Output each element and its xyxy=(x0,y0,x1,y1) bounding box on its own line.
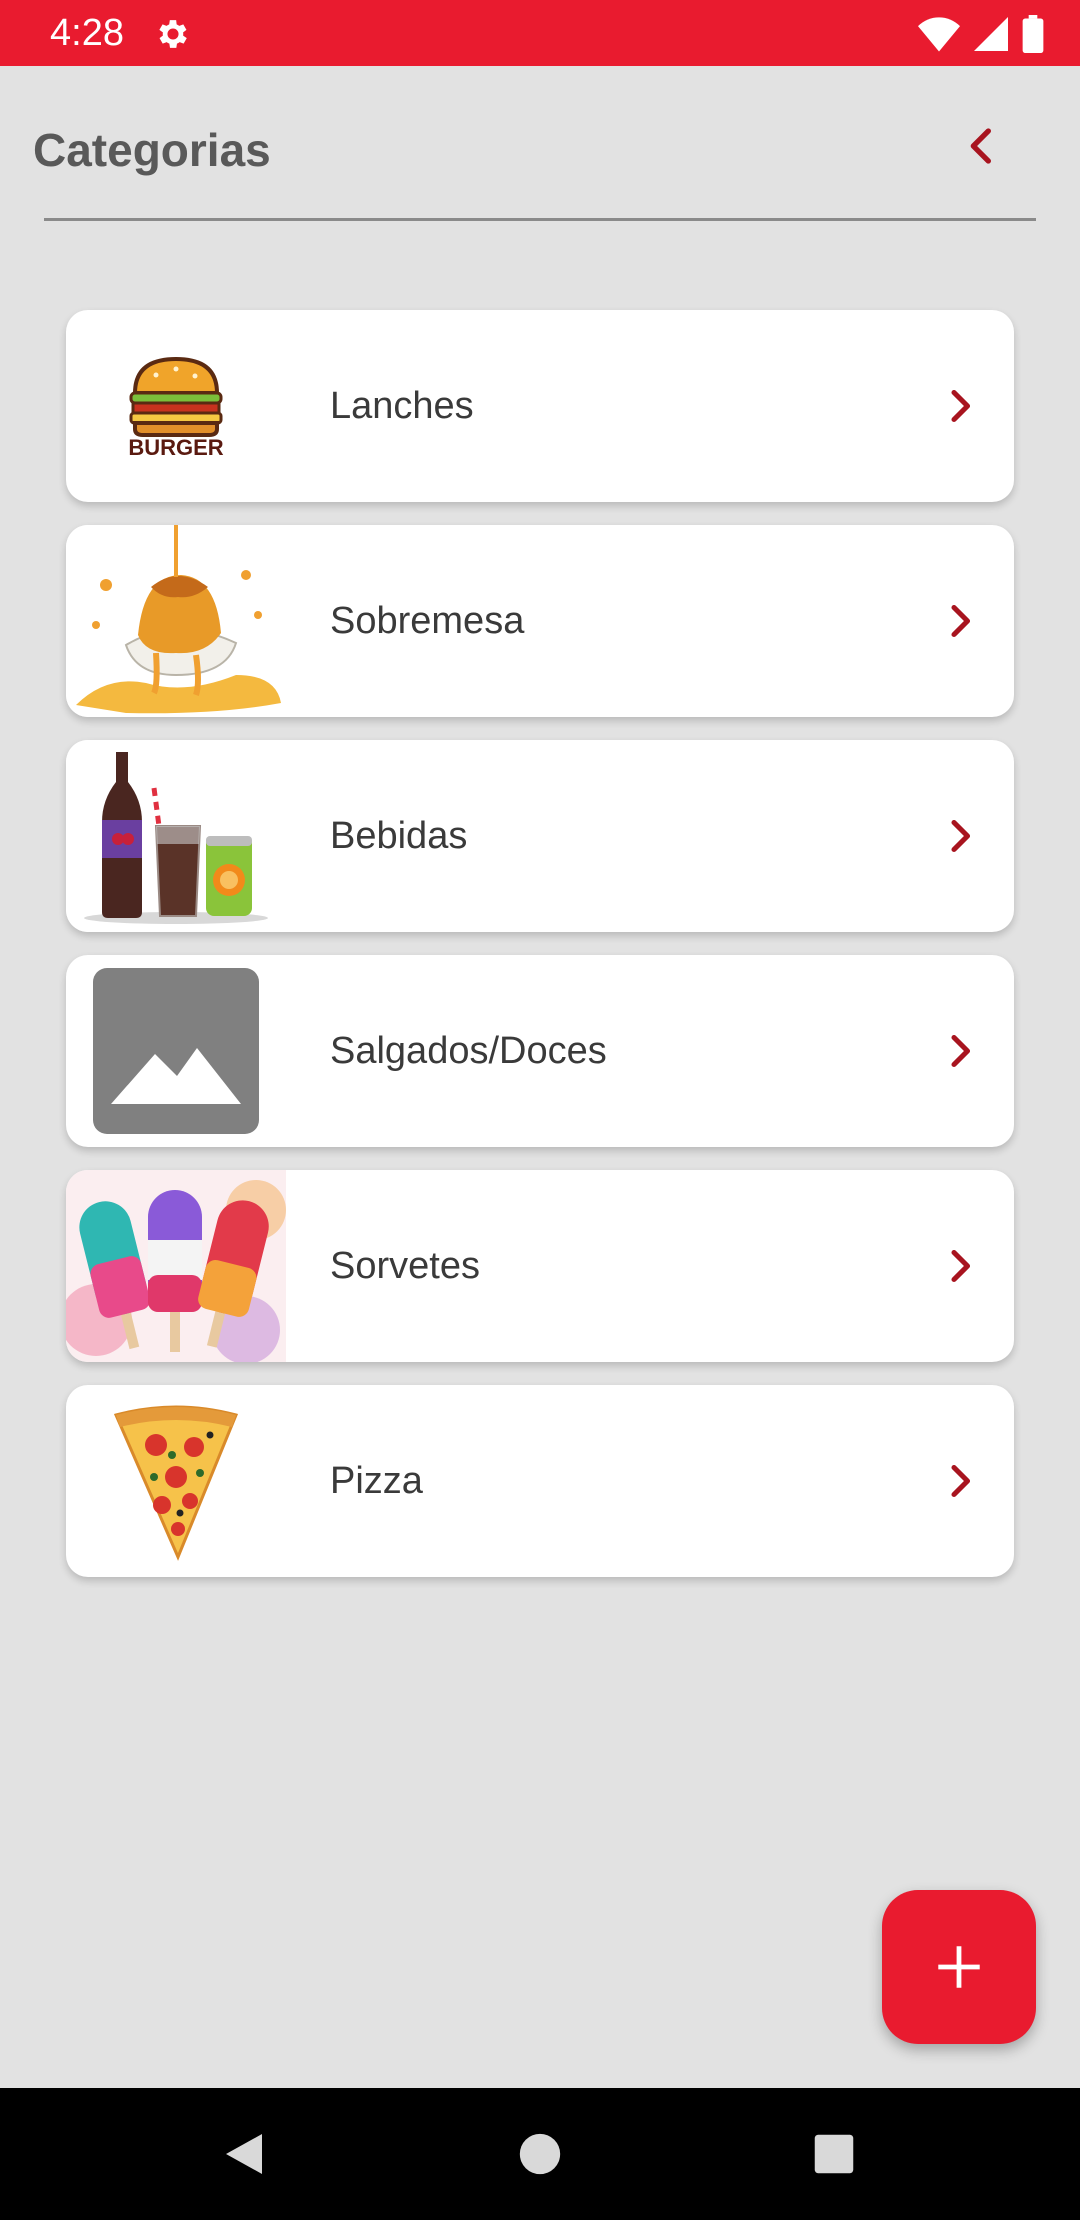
back-button[interactable] xyxy=(950,116,1010,176)
back-nav-icon xyxy=(226,2134,262,2174)
recents-nav-button[interactable] xyxy=(796,2116,872,2192)
popsicles-image xyxy=(66,1170,286,1362)
chevron-right-icon xyxy=(930,591,990,651)
category-label: Lanches xyxy=(330,385,474,427)
category-card-sorvetes[interactable]: Sorvetes xyxy=(66,1170,1014,1362)
navigation-bar xyxy=(0,2088,1080,2220)
category-thumbnail xyxy=(66,1170,286,1362)
category-card-lanches[interactable]: BURGER Lanches xyxy=(66,310,1014,502)
header: Categorias xyxy=(0,66,1080,226)
add-category-button[interactable] xyxy=(882,1890,1036,2044)
image-placeholder-icon xyxy=(93,968,259,1134)
category-label: Bebidas xyxy=(330,815,468,857)
battery-icon xyxy=(1022,15,1044,53)
category-card-salgados-doces[interactable]: Salgados/Doces xyxy=(66,955,1014,1147)
wifi-icon xyxy=(918,17,960,52)
category-thumbnail xyxy=(66,740,286,932)
category-card-bebidas[interactable]: Bebidas xyxy=(66,740,1014,932)
drinks-image xyxy=(66,740,286,932)
chevron-right-icon xyxy=(930,806,990,866)
category-card-sobremesa[interactable]: Sobremesa xyxy=(66,525,1014,717)
chevron-right-icon xyxy=(930,1021,990,1081)
home-nav-button[interactable] xyxy=(502,2116,578,2192)
category-thumbnail: BURGER xyxy=(66,310,286,502)
home-nav-icon xyxy=(519,2133,561,2175)
pizza-image xyxy=(113,1405,239,1561)
status-time: 4:28 xyxy=(50,12,124,54)
category-list: BURGER Lanches Sobremesa Bebidas Salgado… xyxy=(66,310,1014,1600)
chevron-left-icon xyxy=(970,128,991,164)
category-card-pizza[interactable]: Pizza xyxy=(66,1385,1014,1577)
chevron-right-icon xyxy=(930,376,990,436)
category-thumbnail xyxy=(66,525,286,717)
burger-logo-text: BURGER xyxy=(128,435,223,460)
recents-nav-icon xyxy=(814,2134,854,2174)
chevron-right-icon xyxy=(930,1451,990,1511)
chevron-right-icon xyxy=(930,1236,990,1296)
header-divider xyxy=(44,218,1036,221)
category-thumbnail xyxy=(66,1385,286,1577)
signal-icon xyxy=(974,17,1008,51)
page-title: Categorias xyxy=(33,124,271,176)
gear-icon xyxy=(159,20,187,48)
back-nav-button[interactable] xyxy=(206,2116,282,2192)
dessert-image xyxy=(66,525,286,717)
category-label: Sorvetes xyxy=(330,1245,480,1287)
status-bar: 4:28 xyxy=(0,0,1080,66)
category-thumbnail xyxy=(66,955,286,1147)
burger-image: BURGER xyxy=(128,356,224,460)
plus-icon xyxy=(938,1946,980,1988)
category-label: Sobremesa xyxy=(330,600,525,642)
category-label: Salgados/Doces xyxy=(330,1030,607,1072)
category-label: Pizza xyxy=(330,1460,423,1502)
